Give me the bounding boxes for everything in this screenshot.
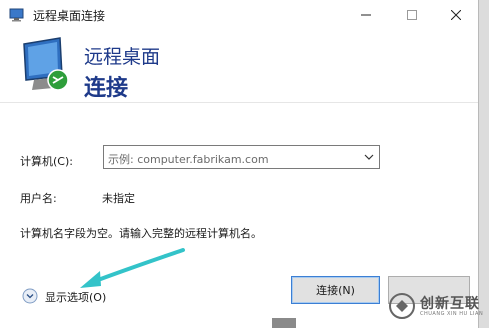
connect-button[interactable]: 连接(N) [291, 276, 380, 304]
window-title: 远程桌面连接 [33, 9, 106, 23]
minimize-button[interactable] [343, 0, 389, 30]
background-taskbar-fragment [272, 318, 296, 328]
remote-desktop-window: 远程桌面连接 远程桌面 连接 计算机(C): 示例: computer.fabr… [0, 0, 479, 328]
minimize-icon [361, 14, 371, 16]
remote-desktop-app-icon [9, 8, 24, 22]
background-window-edge [479, 0, 489, 328]
computer-combobox[interactable]: 示例: computer.fabrikam.com [103, 145, 380, 169]
remote-desktop-monitor-icon [23, 37, 69, 91]
maximize-button[interactable] [389, 0, 435, 30]
watermark-subtext: CHUANG XIN HU LIAN [420, 311, 484, 317]
username-label: 用户名: [20, 192, 57, 205]
chevron-down-icon[interactable] [362, 150, 376, 164]
computer-input-placeholder[interactable]: 示例: computer.fabrikam.com [108, 151, 269, 167]
username-value: 未指定 [102, 192, 135, 205]
close-icon [451, 10, 461, 20]
watermark-text: 创新互联 [420, 296, 480, 312]
expand-circle-icon[interactable] [22, 288, 38, 304]
header-title-line1: 远程桌面 [84, 46, 161, 68]
validation-message: 计算机名字段为空。请输入完整的远程计算机名。 [20, 227, 262, 240]
title-bar: 远程桌面连接 [0, 0, 478, 30]
header-title-line2: 连接 [84, 76, 129, 101]
watermark: 创新互联 CHUANG XIN HU LIAN [388, 289, 484, 323]
dialog-header: 远程桌面 连接 [0, 30, 478, 103]
maximize-icon [407, 10, 417, 20]
watermark-logo-icon [389, 293, 415, 319]
close-button[interactable] [433, 0, 479, 30]
computer-label: 计算机(C): [20, 155, 73, 168]
show-options-label[interactable]: 显示选项(O) [45, 289, 106, 305]
